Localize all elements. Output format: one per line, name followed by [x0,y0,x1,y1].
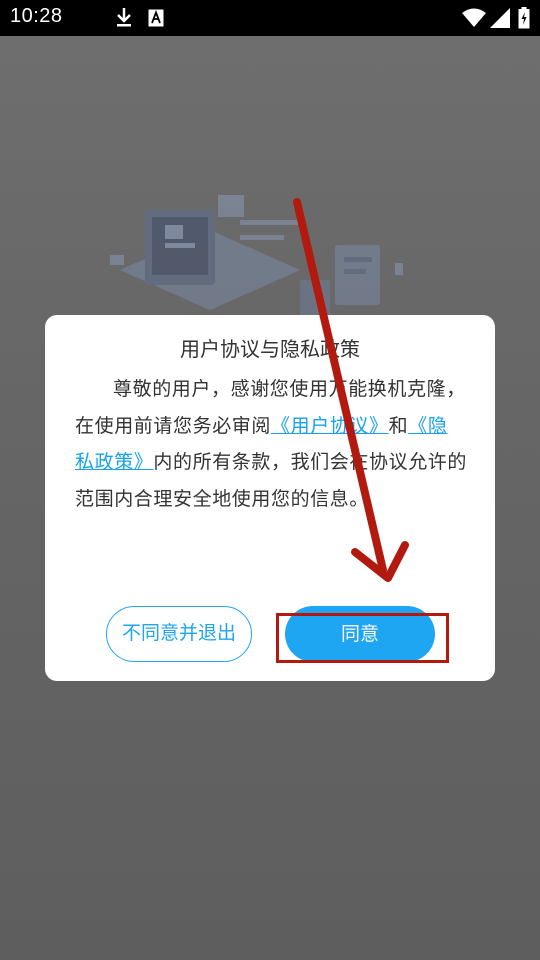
annotation-arrow [293,198,409,582]
